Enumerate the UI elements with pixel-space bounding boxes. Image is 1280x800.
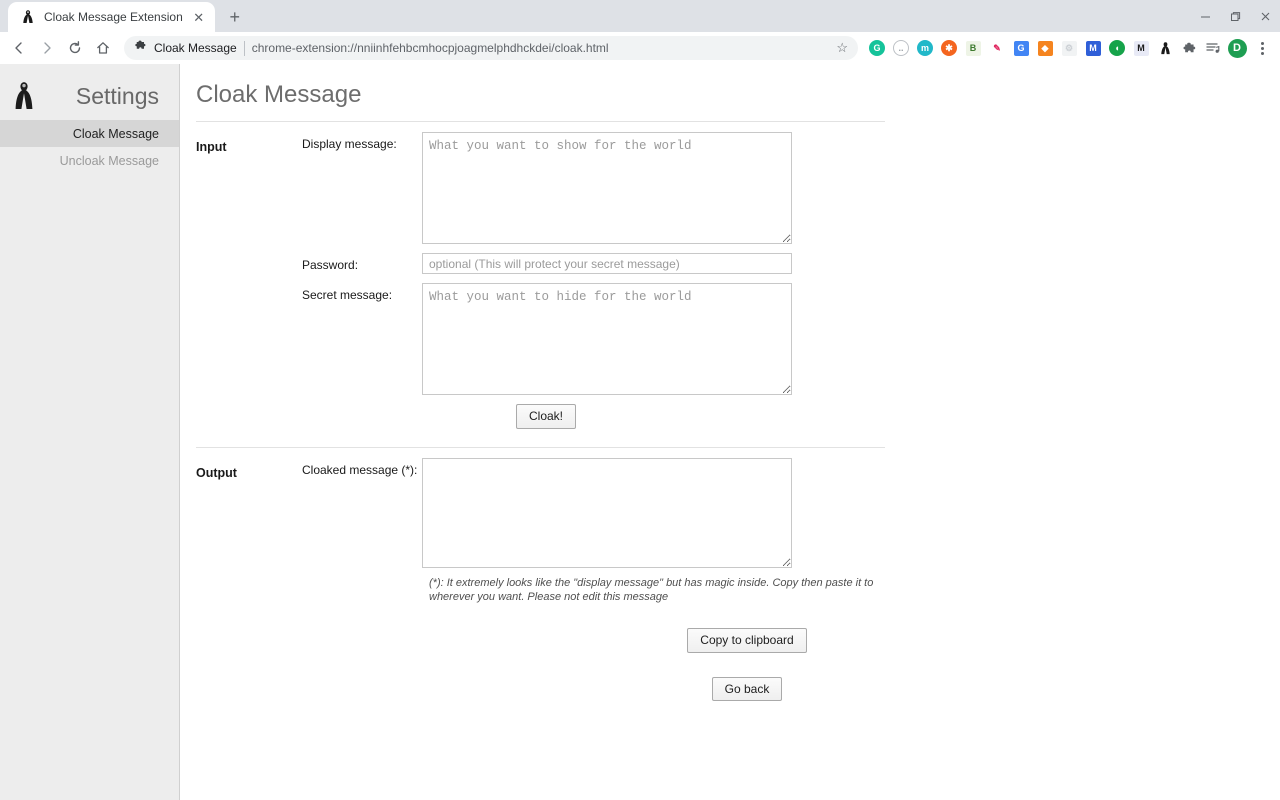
- sidebar-item-label: Uncloak Message: [59, 153, 159, 168]
- marker-m-extension-icon[interactable]: M: [1130, 37, 1152, 59]
- cloaked-message-label: Cloaked message (*):: [302, 462, 418, 477]
- extension-puzzle-icon: [134, 39, 147, 57]
- sidebar-item-uncloak-message[interactable]: Uncloak Message: [0, 147, 179, 174]
- browser-toolbar: Cloak Message chrome-extension://nniinhf…: [0, 32, 1280, 64]
- secret-message-label: Secret message:: [302, 288, 393, 303]
- cloaked-figure-logo: [10, 80, 38, 112]
- omnibox-separator: [243, 40, 245, 56]
- color-pen-extension-icon[interactable]: ✎: [986, 37, 1008, 59]
- cloaked-message-row: Cloaked message (*):: [302, 457, 1280, 568]
- omnibox-url[interactable]: chrome-extension://nniinhfehbcmhocpjoagm…: [252, 41, 830, 55]
- output-section-label: Output: [196, 465, 237, 480]
- tab-strip: Cloak Message Extension ✕ +: [0, 0, 1280, 32]
- smiley-extension-icon[interactable]: ..: [890, 37, 912, 59]
- new-tab-button[interactable]: +: [221, 3, 249, 31]
- mega-extension-icon[interactable]: M: [1082, 37, 1104, 59]
- browser-tab[interactable]: Cloak Message Extension ✕: [8, 2, 215, 32]
- reading-list-icon[interactable]: [1202, 37, 1224, 59]
- sidebar-item-label: Cloak Message: [72, 126, 159, 141]
- home-icon[interactable]: [90, 35, 116, 61]
- maximize-icon[interactable]: [1220, 0, 1250, 32]
- sidebar-item-cloak-message[interactable]: Cloak Message: [0, 120, 179, 147]
- display-message-label: Display message:: [302, 137, 397, 152]
- google-translate-extension-icon[interactable]: G: [1010, 37, 1032, 59]
- display-message-row: Display message:: [302, 132, 1280, 245]
- tab-title: Cloak Message Extension: [44, 10, 183, 24]
- metamask-fox-extension-icon[interactable]: ◆: [1034, 37, 1056, 59]
- forward-icon[interactable]: [34, 35, 60, 61]
- secret-message-input[interactable]: [422, 283, 792, 396]
- close-tab-icon[interactable]: ✕: [191, 9, 207, 25]
- password-input[interactable]: [422, 253, 792, 275]
- address-bar[interactable]: Cloak Message chrome-extension://nniinhf…: [124, 36, 858, 60]
- window-controls: [1190, 0, 1280, 32]
- minimize-icon[interactable]: [1190, 0, 1220, 32]
- bookmark-star-icon[interactable]: ☆: [836, 40, 848, 56]
- password-label: Password:: [302, 258, 359, 273]
- cloaked-message-note: (*): It extremely looks like the "displa…: [429, 576, 874, 603]
- mendeley-extension-icon[interactable]: m: [914, 37, 936, 59]
- omnibox-extension-name: Cloak Message: [154, 41, 237, 55]
- cloaked-message-output[interactable]: [422, 457, 792, 568]
- browser-window: Cloak Message Extension ✕ + Cloak Messag…: [0, 0, 1280, 800]
- settings-sidebar: Settings Cloak Message Uncloak Message: [0, 64, 180, 800]
- cloak-button-row: Cloak!: [302, 404, 1280, 429]
- extension-icons: G .. m ✱ B ✎ G ◆ ⚙ M ◖ M D: [866, 36, 1274, 60]
- main-content: Cloak Message Input Display message: Pas…: [180, 64, 1280, 800]
- output-fields: Cloaked message (*): (*): It extremely l…: [302, 457, 1280, 702]
- cloak-figure-favicon: [20, 9, 36, 25]
- cloak-button[interactable]: Cloak!: [516, 404, 577, 429]
- page-viewport: Settings Cloak Message Uncloak Message C…: [0, 64, 1280, 800]
- input-fields: Display message: Password: Secret messag…: [302, 132, 1280, 429]
- gear-disabled-extension-icon[interactable]: ⚙: [1058, 37, 1080, 59]
- profile-avatar[interactable]: D: [1226, 37, 1248, 59]
- duckduckgo-extension-icon[interactable]: ◖: [1106, 37, 1128, 59]
- output-section: Output Cloaked message (*): (*): It extr…: [180, 448, 1280, 702]
- sidebar-header: Settings: [0, 72, 179, 120]
- cloak-message-extension-icon[interactable]: [1154, 37, 1176, 59]
- display-message-input[interactable]: [422, 132, 792, 245]
- go-back-button[interactable]: Go back: [711, 676, 783, 702]
- orange-badge-extension-icon[interactable]: ✱: [938, 37, 960, 59]
- sidebar-title: Settings: [75, 82, 159, 109]
- secret-message-row: Secret message:: [302, 283, 1280, 396]
- avatar-initial: D: [1227, 38, 1247, 58]
- copy-to-clipboard-button[interactable]: Copy to clipboard: [687, 628, 807, 653]
- reload-icon[interactable]: [62, 35, 88, 61]
- page-title: Cloak Message: [196, 81, 362, 108]
- bitwarden-extension-icon[interactable]: B: [962, 37, 984, 59]
- grammarly-extension-icon[interactable]: G: [866, 37, 888, 59]
- extensions-puzzle-icon[interactable]: [1178, 37, 1200, 59]
- back-icon[interactable]: [6, 35, 32, 61]
- output-buttons: Copy to clipboard Go back: [302, 628, 1192, 702]
- password-row: Password:: [302, 253, 1280, 275]
- browser-menu-icon[interactable]: [1250, 36, 1274, 60]
- input-section-label: Input: [196, 140, 227, 155]
- input-section: Input Display message: Password: Secret …: [180, 122, 1280, 429]
- close-window-icon[interactable]: [1250, 0, 1280, 32]
